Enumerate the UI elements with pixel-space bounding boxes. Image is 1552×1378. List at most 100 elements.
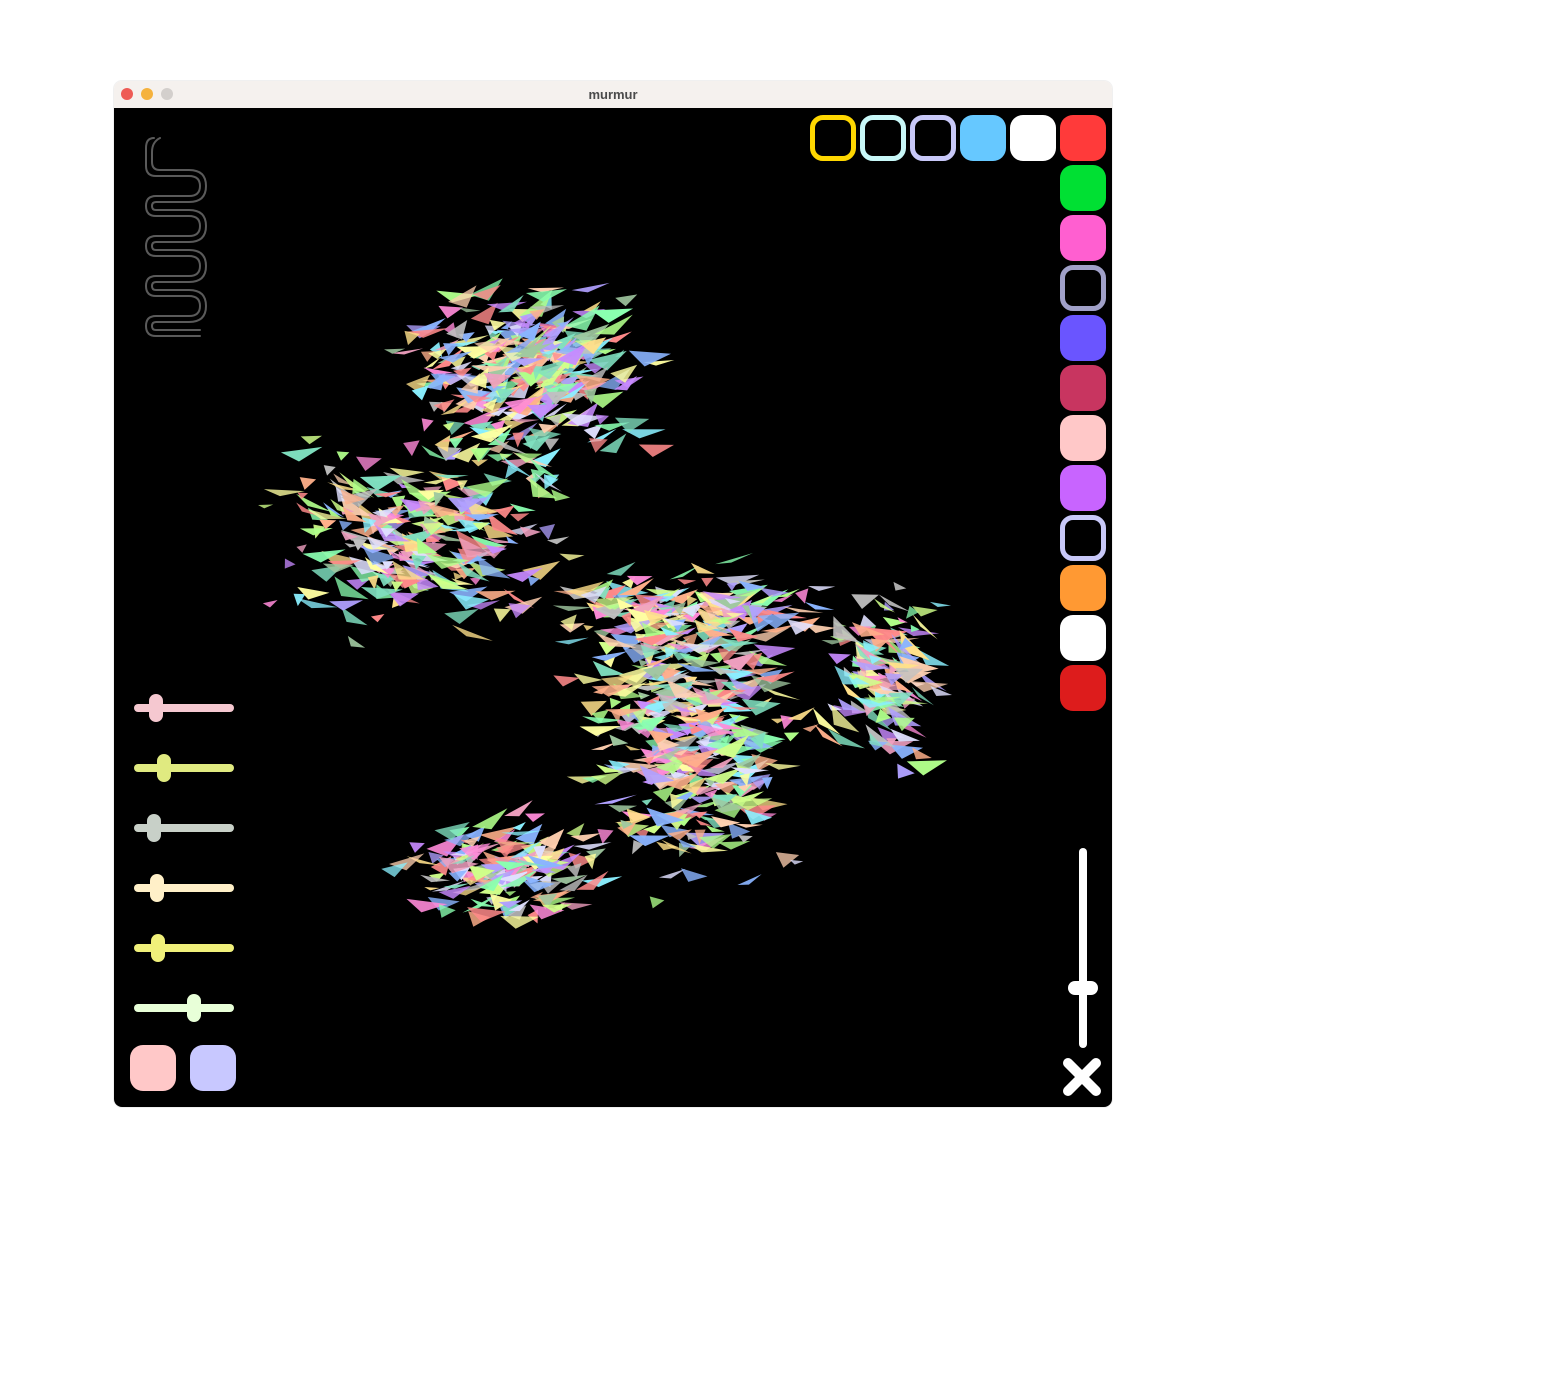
slider-knob[interactable] (147, 814, 161, 842)
flock-shard (606, 561, 636, 576)
close-icon[interactable] (1061, 1056, 1103, 1098)
flock-shard (512, 821, 526, 831)
parameter-slider-4[interactable] (134, 934, 234, 962)
flock-shard (296, 544, 307, 553)
flock-shard (591, 771, 624, 785)
color-swatch-right-4[interactable] (1060, 365, 1106, 411)
color-swatch-top-2[interactable] (910, 115, 956, 161)
flock-shard (403, 440, 420, 457)
parameter-slider-2[interactable] (134, 814, 234, 842)
flock-shard (804, 601, 835, 610)
color-swatch-right-0[interactable] (1060, 165, 1106, 211)
parameter-slider-3[interactable] (134, 874, 234, 902)
flock-shard (677, 579, 697, 585)
flock-shard (595, 414, 610, 425)
flock-shard (625, 745, 642, 751)
parameter-slider-1[interactable] (134, 754, 234, 782)
vertical-slider-track[interactable] (1079, 848, 1087, 1048)
flock-shard (615, 294, 638, 307)
flock-shard (597, 829, 614, 844)
color-swatch-top-5[interactable] (1060, 115, 1106, 161)
color-swatch-right-6[interactable] (1060, 465, 1106, 511)
flock-shard (628, 350, 671, 367)
color-swatch-right-7[interactable] (1060, 515, 1106, 561)
app-window: murmur (114, 81, 1112, 1107)
flock-shard (296, 597, 338, 609)
flock-shard (851, 594, 879, 610)
flock-shard (339, 520, 353, 531)
flock-shard (783, 732, 800, 742)
flock-shard (329, 600, 364, 611)
slider-knob[interactable] (151, 934, 165, 962)
flock-shard (552, 605, 593, 612)
color-swatch-right-8[interactable] (1060, 565, 1106, 611)
flock-shard (433, 491, 445, 507)
flock-shard (262, 599, 278, 608)
slider-track[interactable] (134, 944, 234, 952)
flock-shard (472, 808, 508, 830)
flock-shard (929, 601, 952, 607)
flock-shard (341, 606, 368, 626)
slider-track[interactable] (134, 884, 234, 892)
flock-canvas[interactable] (114, 108, 1112, 1107)
vertical-slider[interactable] (1068, 848, 1098, 1048)
flock-shard (510, 513, 530, 522)
slider-knob[interactable] (150, 874, 164, 902)
flock-shard (444, 609, 479, 624)
flock-shard (573, 842, 612, 850)
flock-shards (258, 278, 953, 929)
flock-shard (715, 552, 754, 565)
flock-shard (493, 608, 511, 623)
flock-shard (280, 446, 323, 462)
color-swatch-right-1[interactable] (1060, 215, 1106, 261)
parameter-slider-0[interactable] (134, 694, 234, 722)
flock-shard (573, 673, 603, 685)
flock-shard (789, 859, 804, 865)
flock-shard (370, 614, 385, 623)
color-swatch-right-5[interactable] (1060, 415, 1106, 461)
flock-shard (500, 915, 540, 929)
slider-knob[interactable] (157, 754, 171, 782)
slider-track[interactable] (134, 1004, 234, 1012)
window-title: murmur (588, 87, 638, 102)
flock-shard (828, 653, 851, 665)
color-swatch-right-2[interactable] (1060, 265, 1106, 311)
flock-shard (564, 305, 600, 331)
flock-shard (421, 418, 434, 432)
flock-shard (457, 307, 481, 313)
flock-shard (336, 451, 350, 461)
color-swatch-top-1[interactable] (860, 115, 906, 161)
flock-shard (827, 728, 866, 749)
lavender-square-button[interactable] (190, 1045, 236, 1091)
flock-shard (609, 697, 622, 709)
flock-shard (795, 588, 809, 604)
flock-shard (726, 582, 738, 591)
flock-shard (495, 505, 515, 519)
color-swatch-top-4[interactable] (1010, 115, 1056, 161)
flock-shard (409, 842, 425, 853)
flock-shard (258, 504, 274, 509)
pink-square-button[interactable] (130, 1045, 176, 1091)
slider-knob[interactable] (149, 694, 163, 722)
flock-shard (912, 747, 932, 760)
flock-shard (559, 553, 585, 561)
flock-shard (583, 625, 594, 631)
parameter-slider-5[interactable] (134, 994, 234, 1022)
flock-shard (775, 852, 800, 868)
flock-shard (737, 874, 762, 886)
flock-shard (452, 624, 493, 641)
color-swatch-right-9[interactable] (1060, 615, 1106, 661)
color-swatch-right-10[interactable] (1060, 665, 1106, 711)
flock-shard (764, 763, 801, 770)
slider-track[interactable] (134, 764, 234, 772)
flock-shard (680, 868, 708, 882)
color-swatch-top-0[interactable] (810, 115, 856, 161)
slider-knob[interactable] (187, 994, 201, 1022)
color-swatch-top-3[interactable] (960, 115, 1006, 161)
flock-shard (594, 794, 637, 805)
flock-shard (717, 840, 751, 850)
flock-shard (300, 435, 323, 445)
vertical-slider-knob[interactable] (1068, 981, 1098, 995)
color-swatch-right-3[interactable] (1060, 315, 1106, 361)
flock-shard (701, 577, 714, 587)
